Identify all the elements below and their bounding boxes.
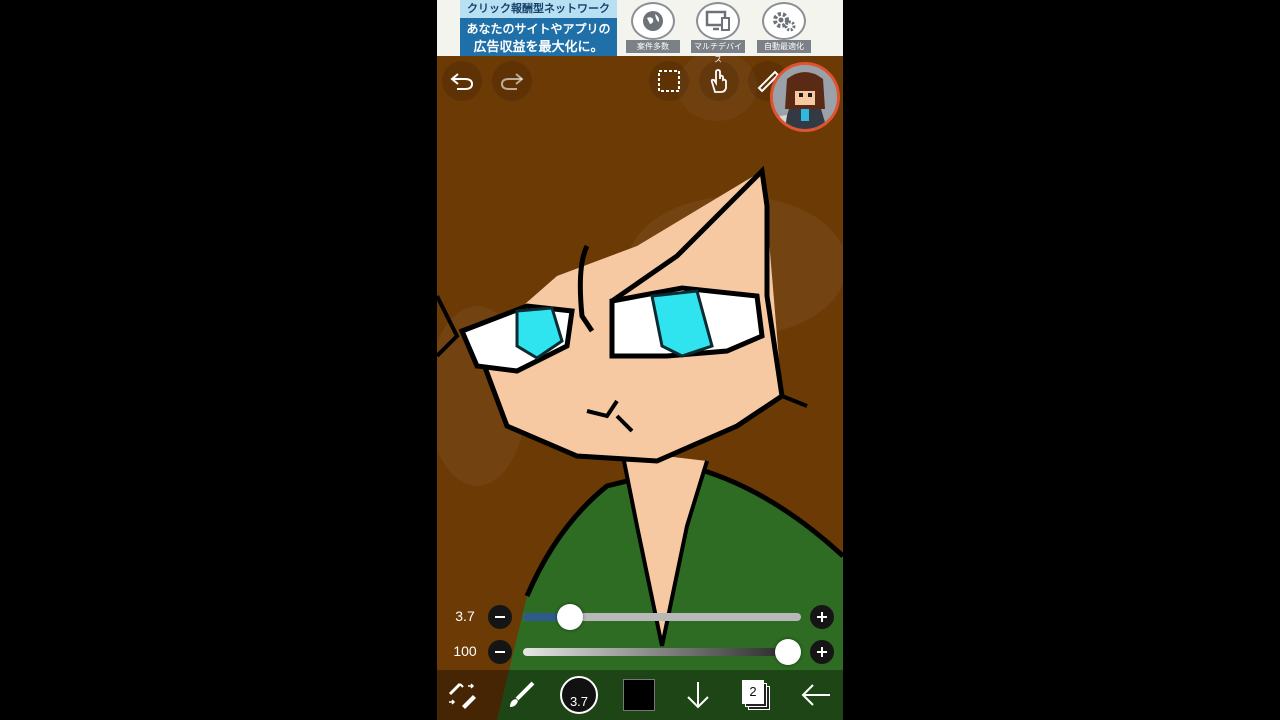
monitor-icon <box>696 2 740 40</box>
phone-screen: クリック報酬型ネットワーク あなたのサイトやアプリの 広告収益を最大化に。 案件… <box>437 0 843 720</box>
back-button[interactable] <box>794 673 838 717</box>
tools-icon <box>448 682 476 709</box>
brush-button[interactable] <box>499 673 543 717</box>
selection-icon <box>658 70 680 92</box>
tools-button[interactable] <box>440 673 484 717</box>
ad-caption-2: マルチデバイス <box>691 40 745 64</box>
ad-caption-3: 自動最適化 <box>757 40 811 53</box>
hand-button[interactable] <box>699 61 739 101</box>
brush-size-indicator: 3.7 <box>569 694 589 709</box>
opacity-knob[interactable] <box>775 639 801 665</box>
opacity-value: 100 <box>453 643 477 659</box>
brush-icon <box>510 681 535 707</box>
selection-button[interactable] <box>649 61 689 101</box>
color-button[interactable] <box>617 673 661 717</box>
gear-icon <box>762 2 806 40</box>
layers-icon: 2 <box>742 680 772 710</box>
brush-size-slider[interactable] <box>523 604 801 630</box>
download-icon <box>687 682 709 709</box>
ad-headline: クリック報酬型ネットワーク <box>460 0 617 18</box>
ad-line-1: あなたのサイトやアプリの <box>466 22 611 36</box>
opacity-slider[interactable] <box>523 639 801 665</box>
minus-icon <box>495 616 505 618</box>
brush-size-value: 3.7 <box>455 608 475 624</box>
redo-button[interactable] <box>492 61 532 101</box>
undo-icon <box>450 73 474 90</box>
ad-feature-2[interactable]: マルチデバイス <box>691 2 747 64</box>
brush-size-button[interactable]: 3.7 <box>557 673 601 717</box>
ad-banner[interactable]: クリック報酬型ネットワーク あなたのサイトやアプリの 広告収益を最大化に。 案件… <box>437 0 843 64</box>
brush-size-decrease-button[interactable] <box>488 605 512 629</box>
opacity-decrease-button[interactable] <box>488 640 512 664</box>
globe-icon <box>631 2 675 40</box>
plus-icon <box>817 612 827 622</box>
ad-caption-1: 案件多数 <box>626 40 680 53</box>
undo-button[interactable] <box>442 61 482 101</box>
layer-count: 2 <box>742 680 764 704</box>
color-swatch <box>623 679 655 711</box>
hand-icon <box>710 69 727 93</box>
download-button[interactable] <box>676 673 720 717</box>
minus-icon <box>495 651 505 653</box>
plus-icon <box>817 647 827 657</box>
ad-line-2: 広告収益を最大化に。 <box>473 39 604 54</box>
avatar[interactable] <box>770 62 840 132</box>
ad-feature-3[interactable]: 自動最適化 <box>757 2 813 54</box>
back-arrow-icon <box>801 684 830 706</box>
opacity-increase-button[interactable] <box>810 640 834 664</box>
redo-icon <box>500 73 524 90</box>
ad-feature-1[interactable]: 案件多数 <box>626 2 682 54</box>
layers-button[interactable]: 2 <box>735 673 779 717</box>
ad-text-block[interactable]: クリック報酬型ネットワーク あなたのサイトやアプリの 広告収益を最大化に。 <box>460 0 617 56</box>
brush-size-increase-button[interactable] <box>810 605 834 629</box>
brush-size-icon: 3.7 <box>560 676 598 714</box>
